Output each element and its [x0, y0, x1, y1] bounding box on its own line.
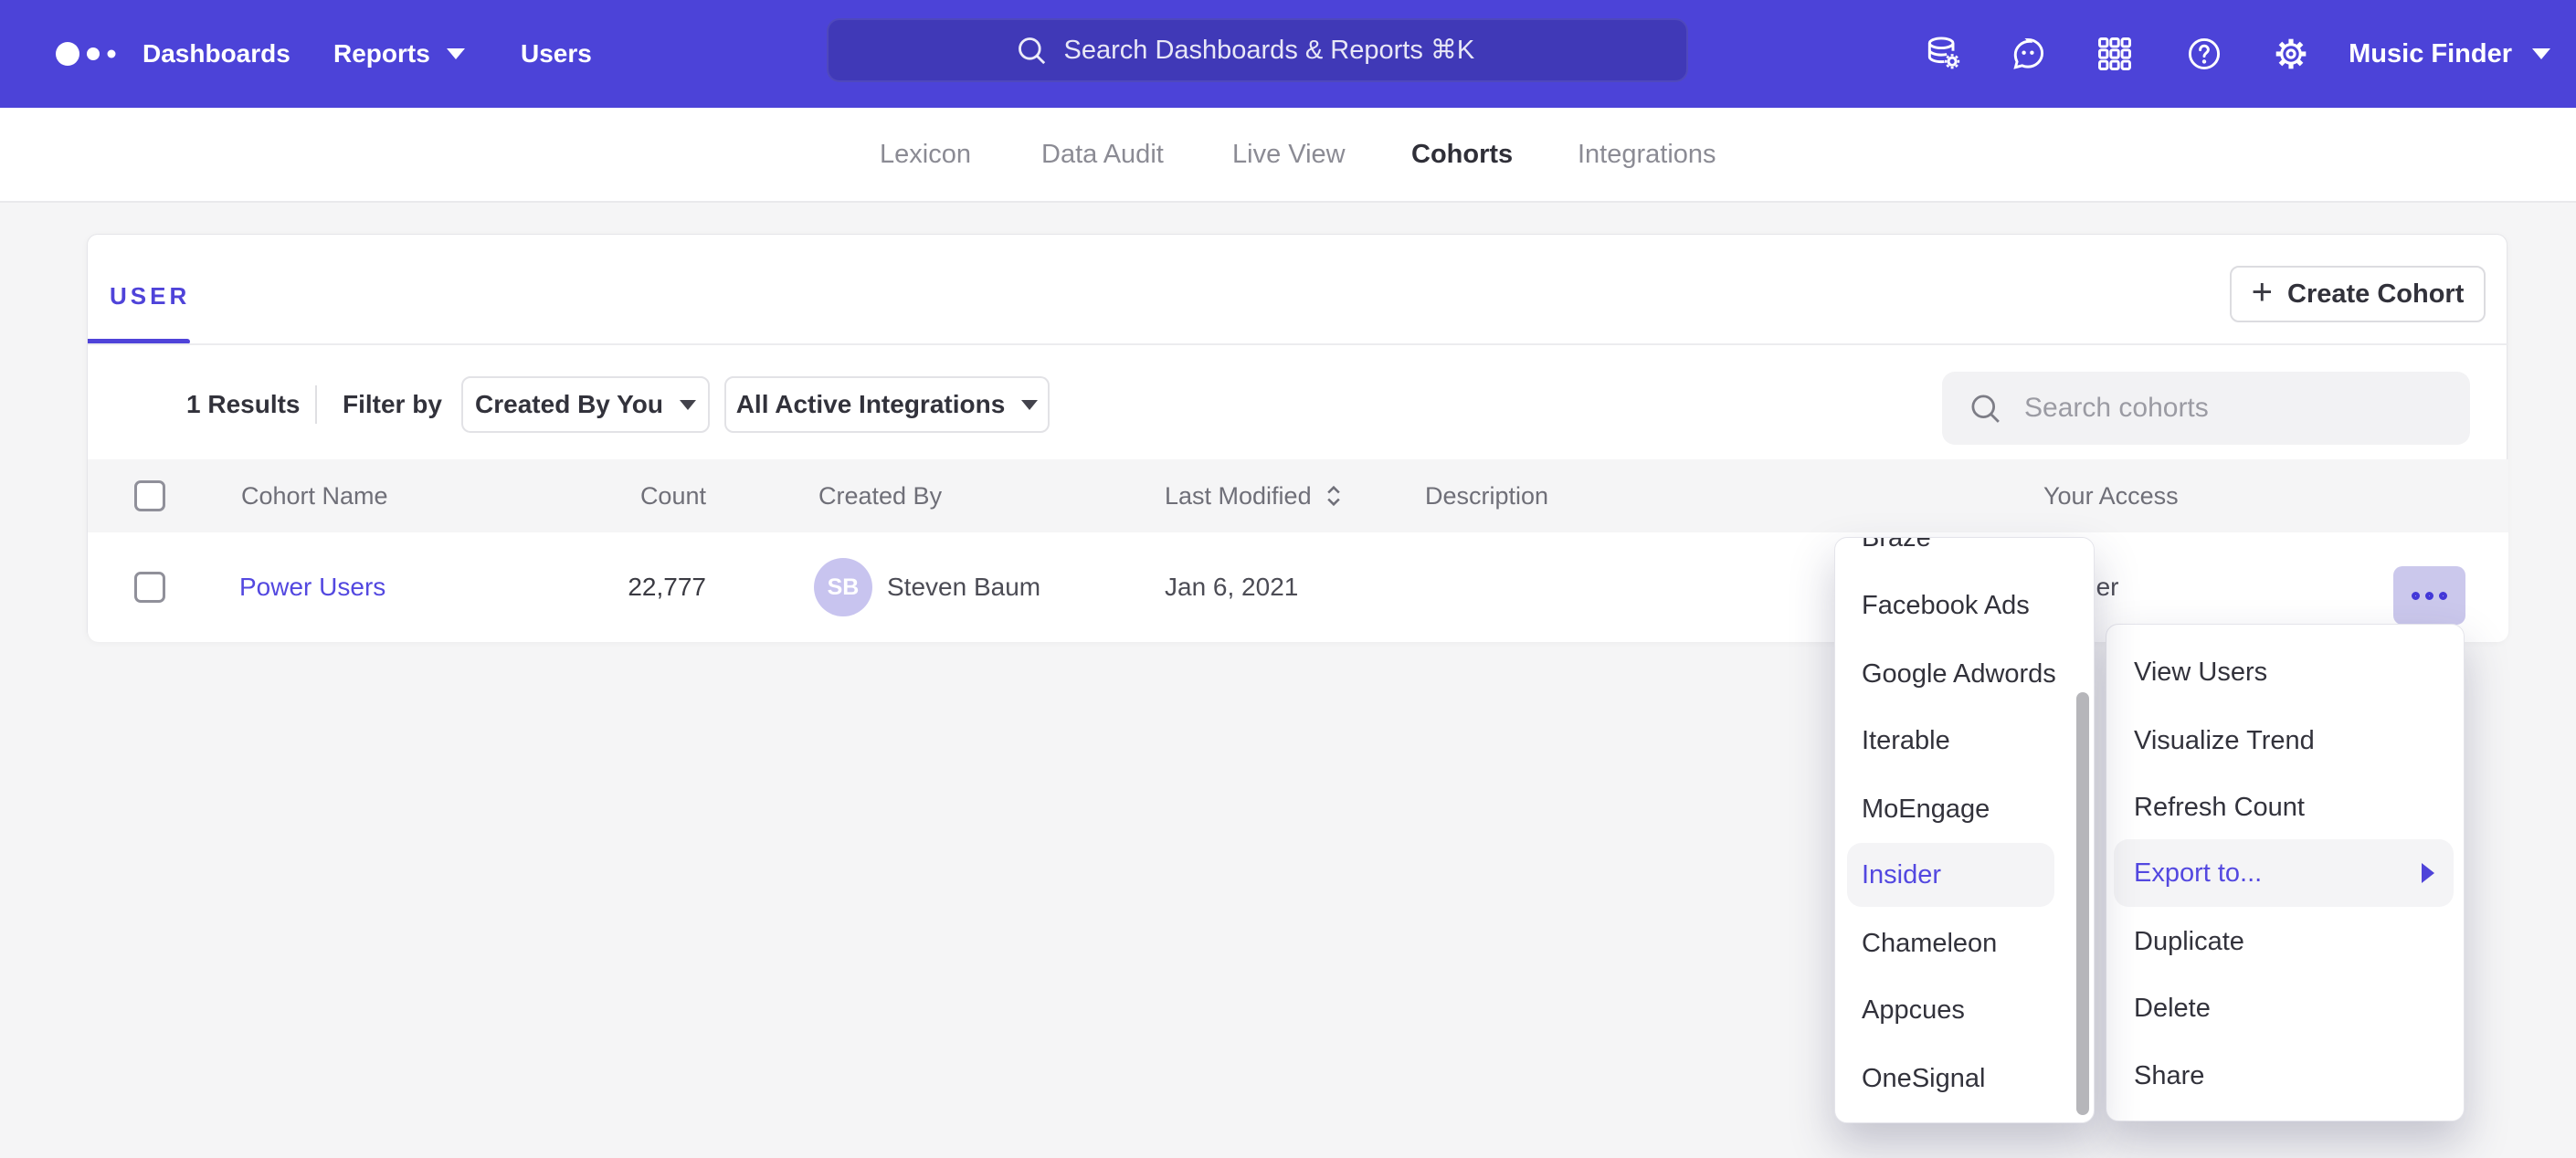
menu-item-share[interactable]: Share	[2134, 1058, 2435, 1094]
tab-lexicon[interactable]: Lexicon	[880, 108, 971, 201]
column-cohort-name[interactable]: Cohort Name	[241, 459, 388, 532]
menu-item-export-to[interactable]: Export to...	[2134, 855, 2435, 891]
column-label: Last Modified	[1165, 482, 1312, 511]
column-label: Count	[640, 482, 706, 511]
submenu-item-onesignal[interactable]: OneSignal	[1862, 1060, 2063, 1097]
menu-item-visualize-trend[interactable]: Visualize Trend	[2134, 722, 2435, 759]
tab-live-view[interactable]: Live View	[1232, 108, 1346, 201]
tab-label: Cohorts	[1411, 140, 1513, 170]
results-count: 1 Results	[186, 386, 301, 423]
column-count[interactable]: Count	[523, 459, 706, 532]
search-icon	[1013, 32, 1050, 68]
nav-item-label: Dashboards	[143, 39, 290, 68]
feedback-bubble-icon[interactable]	[2008, 34, 2048, 74]
submenu-item-chameleon[interactable]: Chameleon	[1862, 925, 2063, 962]
filter-by-label: Filter by	[343, 386, 442, 423]
tab-cohorts[interactable]: Cohorts	[1411, 108, 1513, 201]
settings-gear-icon[interactable]	[2271, 34, 2311, 74]
column-label: Your Access	[2043, 482, 2179, 511]
column-created-by[interactable]: Created By	[818, 459, 942, 532]
tab-label: Lexicon	[880, 140, 971, 170]
tab-label: Integrations	[1578, 140, 1716, 170]
submenu-item-iterable[interactable]: Iterable	[1862, 722, 2063, 759]
menu-item-duplicate[interactable]: Duplicate	[2134, 923, 2435, 960]
tab-integrations[interactable]: Integrations	[1578, 108, 1716, 201]
create-cohort-button[interactable]: + Create Cohort	[2230, 266, 2486, 322]
global-search-bar[interactable]	[827, 18, 1688, 82]
row-checkbox[interactable]	[134, 572, 165, 603]
workspace-name: Music Finder	[2349, 39, 2512, 69]
tab-data-audit[interactable]: Data Audit	[1041, 108, 1164, 201]
nav-item-label: Reports	[333, 39, 430, 68]
cohort-search-input[interactable]	[2024, 393, 2426, 424]
submenu-item-moengage[interactable]: MoEngage	[1862, 791, 2063, 827]
divider	[88, 343, 2508, 345]
select-all-checkbox[interactable]	[134, 480, 165, 511]
nav-item-users[interactable]: Users	[521, 0, 592, 108]
cohort-count: 22,777	[523, 532, 706, 642]
filter-integrations-dropdown[interactable]: All Active Integrations	[724, 376, 1050, 433]
cohort-name-link[interactable]: Power Users	[239, 573, 385, 602]
ellipsis-icon	[2425, 592, 2433, 600]
menu-item-view-users[interactable]: View Users	[2134, 654, 2435, 690]
submenu-arrow-icon	[2422, 863, 2434, 883]
nav-item-reports[interactable]: Reports	[333, 0, 465, 108]
ellipsis-icon	[2412, 592, 2420, 600]
ellipsis-icon	[2439, 592, 2447, 600]
tab-label: Live View	[1232, 140, 1346, 170]
chevron-down-icon	[2532, 48, 2550, 59]
submenu-item-insider[interactable]: Insider	[1862, 857, 2063, 893]
menu-item-refresh-count[interactable]: Refresh Count	[2134, 789, 2435, 826]
chevron-down-icon	[1021, 400, 1038, 410]
cohort-actions-menu: View Users Visualize Trend Refresh Count…	[2106, 624, 2465, 1121]
table-header: Cohort Name Count Created By Last Modifi…	[88, 459, 2508, 532]
create-cohort-label: Create Cohort	[2287, 279, 2464, 310]
search-icon	[1966, 389, 2004, 427]
filter-label: All Active Integrations	[736, 390, 1006, 419]
chevron-down-icon	[680, 400, 696, 410]
workspace-switcher[interactable]: Music Finder	[2349, 0, 2550, 108]
last-modified-date: Jan 6, 2021	[1165, 532, 1298, 642]
top-navigation-bar: Dashboards Reports Users	[0, 0, 2576, 108]
column-label: Description	[1425, 482, 1548, 511]
column-label: Cohort Name	[241, 482, 388, 511]
chevron-down-icon	[447, 48, 465, 59]
column-last-modified[interactable]: Last Modified	[1165, 459, 1343, 532]
plus-icon: +	[2252, 274, 2273, 311]
data-gear-icon[interactable]	[1923, 34, 1963, 74]
sort-icon	[1325, 483, 1343, 509]
nav-item-dashboards[interactable]: Dashboards	[143, 0, 290, 108]
more-actions-button[interactable]	[2393, 566, 2465, 625]
section-tab-bar: Lexicon Data Audit Live View Cohorts Int…	[0, 108, 2576, 203]
global-search-input[interactable]	[1064, 36, 1503, 66]
filter-created-by-dropdown[interactable]: Created By You	[461, 376, 710, 433]
divider	[315, 385, 317, 424]
column-label: Created By	[818, 482, 942, 511]
column-your-access[interactable]: Your Access	[2043, 459, 2179, 532]
cohorts-panel: USER + Create Cohort 1 Results Filter by…	[87, 234, 2507, 641]
submenu-item-braze[interactable]: Braze	[1862, 537, 2063, 556]
menu-item-delete[interactable]: Delete	[2134, 990, 2435, 1026]
submenu-item-facebook-ads[interactable]: Facebook Ads	[1862, 587, 2063, 624]
apps-grid-icon[interactable]	[2095, 34, 2135, 74]
tab-user-cohorts[interactable]: USER	[110, 282, 190, 311]
submenu-scrollbar[interactable]	[2076, 692, 2089, 1115]
column-description[interactable]: Description	[1425, 459, 1548, 532]
help-icon[interactable]	[2184, 34, 2224, 74]
submenu-item-appcues[interactable]: Appcues	[1862, 992, 2063, 1028]
avatar: SB	[814, 558, 872, 616]
nav-item-label: Users	[521, 39, 592, 68]
created-by-name: Steven Baum	[887, 573, 1040, 602]
export-destinations-submenu: Braze Facebook Ads Google Adwords Iterab…	[1834, 537, 2095, 1123]
mixpanel-logo[interactable]	[53, 36, 135, 72]
cohort-search-bar[interactable]	[1942, 372, 2470, 445]
tab-label: Data Audit	[1041, 140, 1164, 170]
filter-label: Created By You	[475, 390, 663, 419]
submenu-item-google-adwords[interactable]: Google Adwords	[1862, 656, 2063, 692]
